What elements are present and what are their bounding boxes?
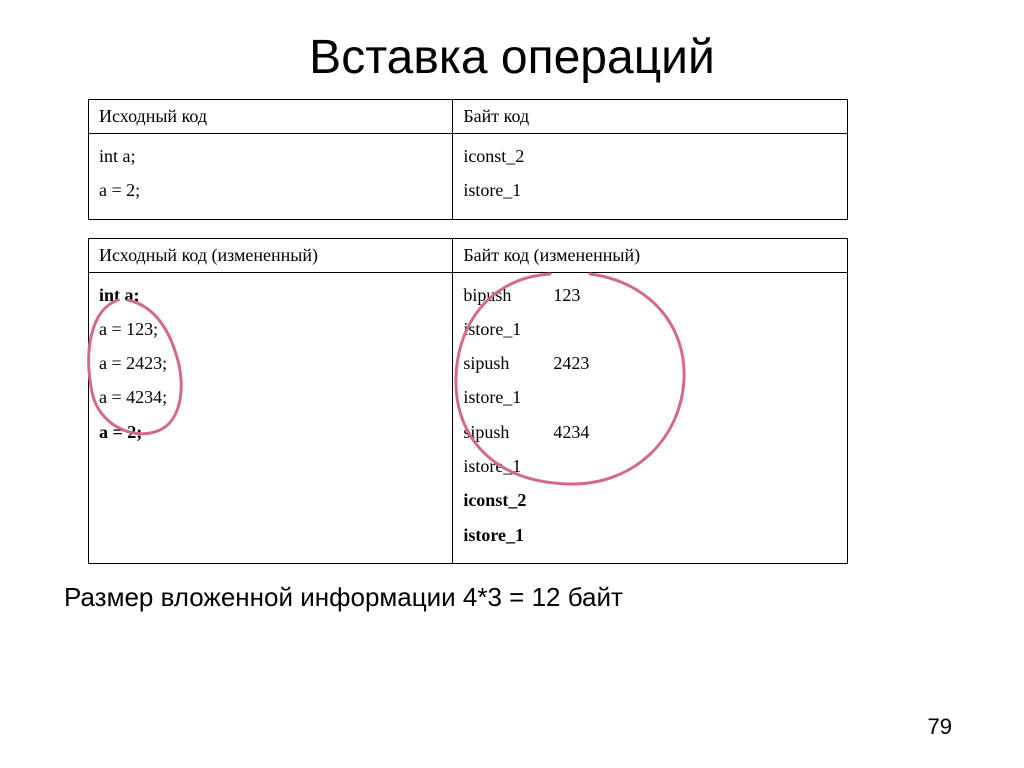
code-line: istore_1 [463, 178, 837, 202]
table2-header-bytecode: Байт код (измененный) [453, 238, 848, 272]
operand: 2423 [553, 353, 589, 373]
operand: 4234 [553, 422, 589, 442]
page-number: 79 [928, 714, 952, 740]
table2-cell-bytecode: bipush123 istore_1 sipush2423 istore_1 s… [453, 272, 848, 563]
table1-header-bytecode: Байт код [453, 100, 848, 134]
code-line: sipush4234 [463, 420, 837, 444]
code-line: istore_1 [463, 454, 837, 478]
opcode: istore_1 [463, 525, 524, 545]
code-line: a = 2; [99, 420, 442, 444]
table1-cell-bytecode: iconst_2 istore_1 [453, 134, 848, 220]
table1-cell-source: int a; a = 2; [89, 134, 453, 220]
code-line: a = 2; [99, 178, 442, 202]
code-line: istore_1 [463, 317, 837, 341]
opcode: bipush [463, 283, 553, 307]
code-line: iconst_2 [463, 144, 837, 168]
code-line: sipush2423 [463, 351, 837, 375]
table2-header-source: Исходный код (измененный) [89, 238, 453, 272]
code-line: a = 123; [99, 317, 442, 341]
code-line: iconst_2 [463, 488, 837, 512]
code-line: a = 2423; [99, 351, 442, 375]
code-line: int a; [99, 144, 442, 168]
table2-wrap: Исходный код (измененный) Байт код (изме… [60, 238, 964, 564]
code-line: istore_1 [463, 523, 837, 547]
table1-wrap: Исходный код Байт код int a; a = 2; icon… [60, 99, 964, 220]
table1-header-source: Исходный код [89, 100, 453, 134]
opcode: istore_1 [463, 387, 521, 407]
code-line: a = 4234; [99, 385, 442, 409]
table2-cell-source: int a; a = 123; a = 2423; a = 4234; a = … [89, 272, 453, 563]
opcode: istore_1 [463, 456, 521, 476]
opcode: iconst_2 [463, 490, 526, 510]
table-modified: Исходный код (измененный) Байт код (изме… [88, 238, 848, 564]
slide-title: Вставка операций [60, 30, 964, 85]
code-line: istore_1 [463, 385, 837, 409]
caption-text: Размер вложенной информации 4*3 = 12 бай… [64, 582, 964, 613]
operand: 123 [553, 285, 580, 305]
opcode: istore_1 [463, 319, 521, 339]
slide: Вставка операций Исходный код Байт код i… [0, 0, 1024, 768]
table-original: Исходный код Байт код int a; a = 2; icon… [88, 99, 848, 220]
code-line: int a; [99, 283, 442, 307]
opcode: sipush [463, 420, 553, 444]
opcode: sipush [463, 351, 553, 375]
code-line: bipush123 [463, 283, 837, 307]
